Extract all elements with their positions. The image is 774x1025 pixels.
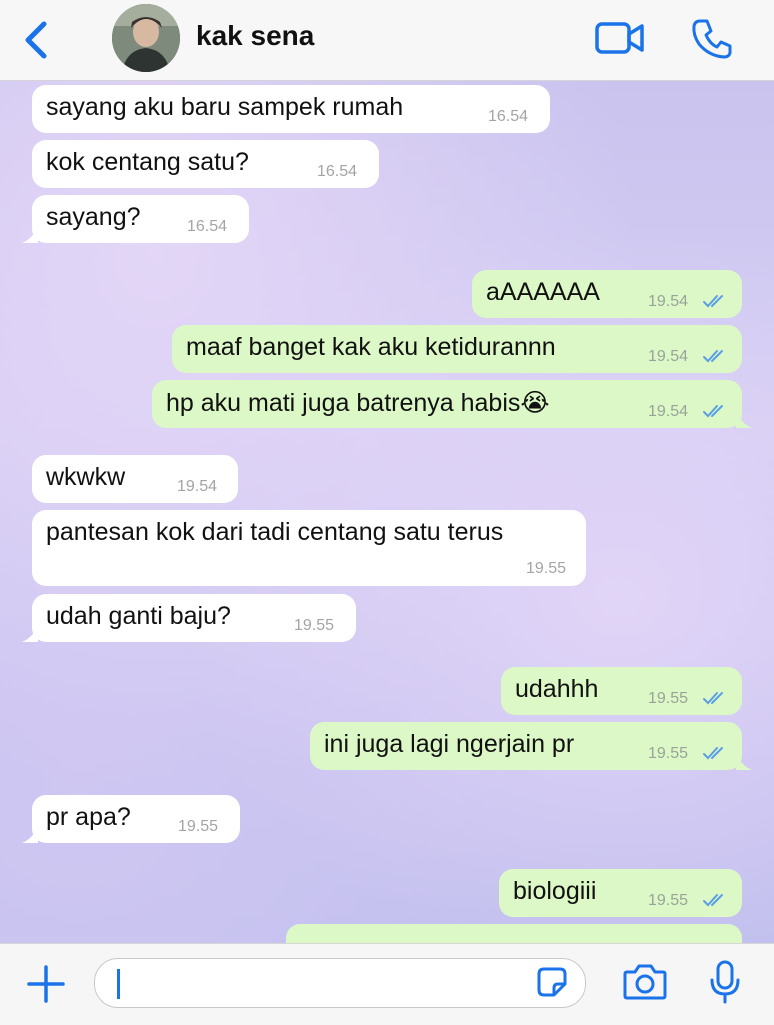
phone-call-icon[interactable] [690,16,734,60]
incoming-message[interactable]: pr apa? 19.55 [22,795,240,843]
outgoing-message[interactable]: maaf banget kak aku ketidurannn 19.54 [172,325,742,373]
read-receipt-icon [703,692,723,705]
bubble-tail [22,227,38,243]
incoming-message[interactable]: pantesan kok dari tadi centang satu teru… [32,510,586,586]
message-text: sayang aku baru sampek rumah [46,93,404,121]
message-time: 19.54 [177,478,218,495]
contact-name[interactable]: kak sena [196,20,314,52]
bubble-tail [22,626,38,642]
message-time: 19.55 [294,617,335,634]
read-receipt-icon [703,295,723,308]
read-receipt-icon [703,894,723,907]
message-text: biologiii [513,877,597,905]
message-text: pantesan kok dari tadi centang satu teru… [46,518,504,546]
bubble-tail [22,827,38,843]
message-time: 16.54 [488,108,529,125]
read-receipt-icon [703,747,723,760]
outgoing-message[interactable]: hp aku mati juga batrenya habis😭 19.54 [152,380,752,428]
read-receipt-icon [703,350,723,363]
read-receipt-icon [703,405,723,418]
plus-icon[interactable] [26,964,66,1004]
message-time: 19.54 [648,348,689,365]
message-text: sayang? [46,203,141,231]
incoming-message[interactable]: kok centang satu? 16.54 [32,140,379,188]
message-time: 19.55 [648,690,689,707]
message-time: 16.54 [187,218,228,235]
sticker-icon[interactable] [536,966,568,998]
message-time: 19.55 [526,560,567,577]
bubble-tail [736,754,752,770]
incoming-message[interactable]: sayang aku baru sampek rumah 16.54 [32,85,550,133]
contact-avatar[interactable] [112,4,180,72]
message-time: 16.54 [317,163,358,180]
message-time: 19.55 [648,745,689,762]
outgoing-message-partial[interactable] [286,924,742,943]
outgoing-message[interactable]: udahhh 19.55 [501,667,742,715]
back-chevron-icon[interactable] [18,18,54,62]
incoming-message[interactable]: sayang? 16.54 [22,195,249,243]
text-caret [117,969,120,999]
message-text: udahhh [515,675,599,703]
incoming-message[interactable]: udah ganti baju? 19.55 [22,594,356,642]
message-text: aAAAAAA [486,278,600,306]
message-text: kok centang satu? [46,148,249,176]
message-text: pr apa? [46,803,131,831]
outgoing-message[interactable]: aAAAAAA 19.54 [472,270,742,318]
outgoing-message[interactable]: biologiii 19.55 [499,869,742,917]
camera-icon[interactable] [622,962,668,1002]
message-text: ini juga lagi ngerjain pr [324,730,575,758]
message-text: maaf banget kak aku ketidurannn [186,333,556,361]
video-call-icon[interactable] [594,16,646,60]
message-text: wkwkw [46,463,126,491]
message-text: udah ganti baju? [46,602,231,630]
microphone-icon[interactable] [708,960,742,1004]
message-text: hp aku mati juga batrenya habis😭 [166,389,550,417]
message-time: 19.55 [178,818,219,835]
message-input[interactable] [94,958,586,1008]
bubble-tail [736,412,752,428]
outgoing-message[interactable]: ini juga lagi ngerjain pr 19.55 [310,722,752,770]
incoming-message[interactable]: wkwkw 19.54 [32,455,238,503]
chat-messages[interactable]: sayang aku baru sampek rumah 16.54 kok c… [0,81,774,943]
message-time: 19.55 [648,892,689,909]
message-time: 19.54 [648,403,689,420]
message-time: 19.54 [648,293,689,310]
chat-header: kak sena [0,0,774,81]
